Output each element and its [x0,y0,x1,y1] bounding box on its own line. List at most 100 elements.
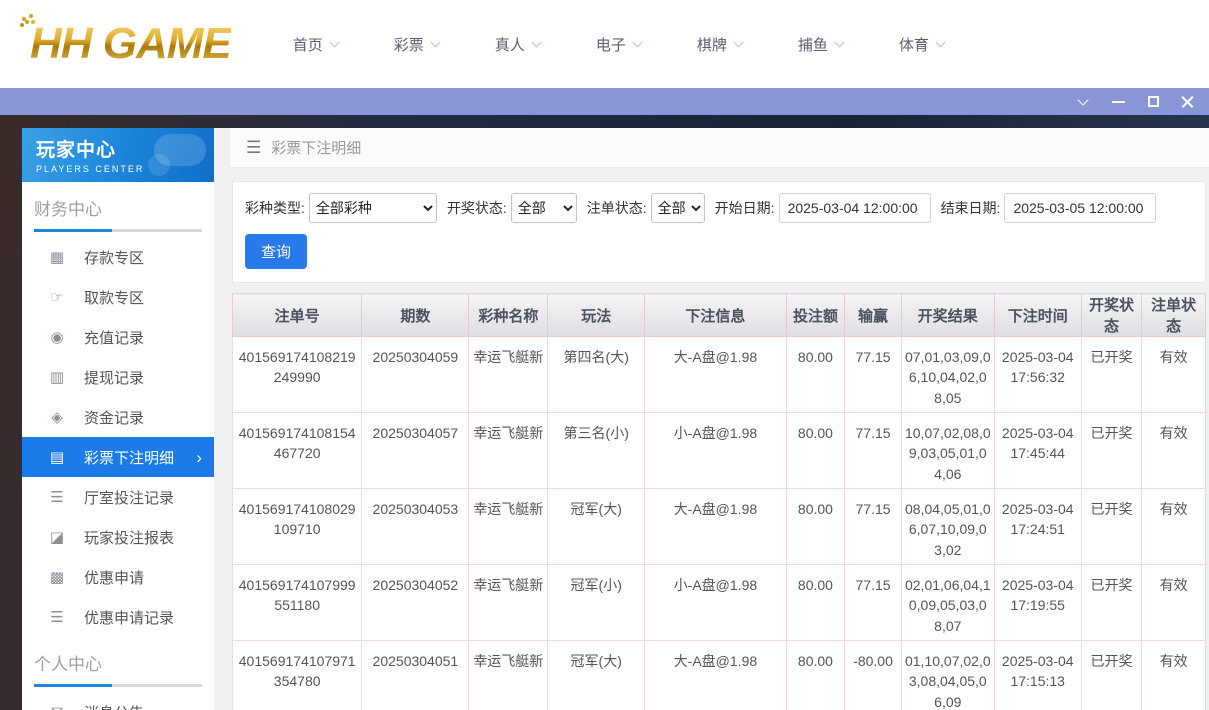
hamburger-icon[interactable]: ☰ [246,138,261,158]
lottery-type-select[interactable]: 全部彩种 [309,193,437,223]
minimize-icon[interactable] [1111,95,1125,109]
close-icon[interactable] [1181,95,1195,109]
sidebar-item-player-bet-report[interactable]: ◪ 玩家投注报表 [22,517,214,557]
chevron-down-icon [329,37,339,47]
table-cell: 401569174108029109710 [233,489,362,565]
chevron-down-icon [935,37,945,47]
table-cell: 冠军(大) [548,641,645,710]
breadcrumb: ☰ 彩票下注明细 [230,128,1209,168]
column-header: 彩种名称 [469,294,548,337]
sidebar-item-recharge-records[interactable]: ◉充值记录 [22,317,214,357]
table-row: 40156917410821924999020250304059幸运飞艇新第四名… [233,337,1206,413]
bet-details-table: 注单号期数彩种名称玩法下注信息投注额输赢开奖结果下注时间开奖状态注单状态 401… [232,293,1206,710]
window-titlebar [0,88,1209,115]
sidebar-item-label: 优惠申请 [84,567,144,588]
chevron-down-icon [632,37,642,47]
sidebar-item-lottery-bet-details[interactable]: ▤彩票下注明细› [22,437,214,477]
sidebar-item-deposit-zone[interactable]: ▦ 存款专区 [22,237,214,277]
table-cell: 401569174107971354780 [233,641,362,710]
table-cell: 2025-03-04 17:45:44 [994,413,1081,489]
table-cell: 20250304053 [362,489,469,565]
sidebar-item-label: 存款专区 [84,247,144,268]
table-cell: 已开奖 [1081,337,1142,413]
nav-item-3[interactable]: 真人 [495,34,540,55]
nav-item-7[interactable]: 体育 [899,34,944,55]
table-cell: 已开奖 [1081,489,1142,565]
sidebar-item-label: 厅室投注记录 [84,487,174,508]
column-header: 开奖状态 [1081,294,1142,337]
table-cell: 401569174107999551180 [233,565,362,641]
withdraw-hand-icon: ☞ [48,288,66,306]
column-header: 下注信息 [645,294,786,337]
bet-status-label: 注单状态: [587,198,647,218]
brand-logo[interactable]: HH GAME [20,19,231,69]
page-title: 彩票下注明细 [271,137,361,158]
table-cell: 有效 [1142,489,1206,565]
nav-item-2[interactable]: 彩票 [394,34,439,55]
nav-item-4[interactable]: 电子 [596,34,641,55]
table-cell: 已开奖 [1081,413,1142,489]
table-cell: 小-A盘@1.98 [645,413,786,489]
deposit-card-icon: ▦ [48,248,66,266]
table-cell: 80.00 [786,565,845,641]
draw-status-label: 开奖状态: [447,198,507,218]
table-cell: 07,01,03,09,06,10,04,02,08,05 [901,337,994,413]
table-body: 40156917410821924999020250304059幸运飞艇新第四名… [233,337,1206,710]
table-cell: 01,10,07,02,03,08,04,05,06,09 [901,641,994,710]
table-cell: 小-A盘@1.98 [645,565,786,641]
sidebar-item-label: 资金记录 [84,407,144,428]
chevron-down-icon [834,37,844,47]
bet-status-select[interactable]: 全部 [651,193,705,223]
sidebar-item-promo-application-records[interactable]: ☰优惠申请记录 [22,597,214,637]
table-cell: 幸运飞艇新 [469,565,548,641]
sidebar-item-message-announcements[interactable]: ✉消息公告 [22,692,214,710]
column-header: 开奖结果 [901,294,994,337]
table-cell: 有效 [1142,565,1206,641]
sidebar-item-label: 优惠申请记录 [84,607,174,628]
sidebar-item-withdraw-zone[interactable]: ☞ 取款专区 [22,277,214,317]
sidebar-item-label: 玩家投注报表 [84,527,174,548]
chevron-down-icon [733,37,743,47]
nav-item-1[interactable]: 首页 [293,34,338,55]
table-cell: 冠军(大) [548,489,645,565]
sidebar-item-promo-application[interactable]: ▩优惠申请 [22,557,214,597]
sidebar-item-label: 取款专区 [84,287,144,308]
chart-icon: ◪ [48,528,66,546]
sidebar-item-fund-records[interactable]: ◈资金记录 [22,397,214,437]
table-cell: 2025-03-04 17:24:51 [994,489,1081,565]
table-cell: 80.00 [786,489,845,565]
table-cell: 冠军(小) [548,565,645,641]
column-header: 注单号 [233,294,362,337]
nav-item-label: 真人 [495,34,525,55]
bet-details-table-wrap: 注单号期数彩种名称玩法下注信息投注额输赢开奖结果下注时间开奖状态注单状态 401… [232,293,1206,710]
dropdown-chevron-icon[interactable] [1076,95,1090,109]
money-bag-icon: ◉ [48,328,66,346]
column-header: 下注时间 [994,294,1081,337]
nav-item-5[interactable]: 棋牌 [697,34,742,55]
sidebar-subtitle: PLAYERS CENTER [36,164,214,174]
table-cell: 80.00 [786,413,845,489]
chevron-down-icon [531,37,541,47]
sidebar-item-hall-bet-records[interactable]: ☰厅室投注记录 [22,477,214,517]
table-header-row: 注单号期数彩种名称玩法下注信息投注额输赢开奖结果下注时间开奖状态注单状态 [233,294,1206,337]
sidebar-item-withdrawal-records[interactable]: ▥提现记录 [22,357,214,397]
table-cell: 20250304051 [362,641,469,710]
table-row: 40156917410815446772020250304057幸运飞艇新第三名… [233,413,1206,489]
column-header: 输赢 [845,294,902,337]
table-cell: 大-A盘@1.98 [645,641,786,710]
table-cell: 401569174108154467720 [233,413,362,489]
document-icon: ▤ [48,448,66,466]
draw-status-select[interactable]: 全部 [511,193,577,223]
table-cell: 77.15 [845,337,902,413]
end-date-input[interactable] [1004,193,1156,223]
query-button[interactable]: 查询 [245,234,307,269]
banknote-icon: ▥ [48,368,66,386]
sidebar-section-label: 财务中心 [22,182,214,220]
nav-item-6[interactable]: 捕鱼 [798,34,843,55]
maximize-icon[interactable] [1146,95,1160,109]
table-cell: 2025-03-04 17:15:13 [994,641,1081,710]
start-date-input[interactable] [779,193,931,223]
lottery-type-label: 彩种类型: [245,198,305,218]
table-cell: 77.15 [845,565,902,641]
table-cell: 80.00 [786,641,845,710]
